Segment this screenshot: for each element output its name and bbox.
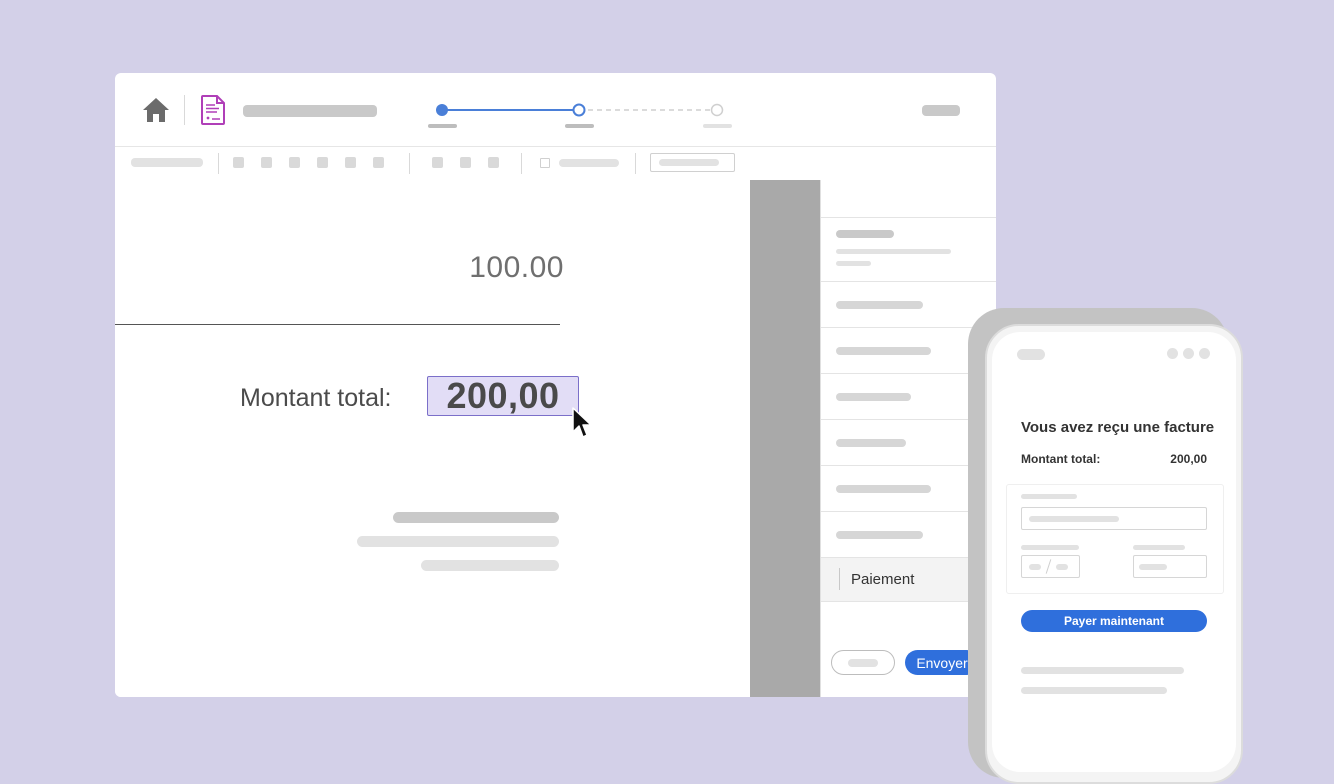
expiry-month-placeholder [1029, 564, 1041, 570]
field-row-label [836, 347, 931, 355]
card-number-placeholder [1029, 516, 1119, 522]
toolbar-menu-placeholder[interactable] [131, 158, 203, 167]
panel-field-row[interactable] [821, 218, 996, 282]
toolbar-tool[interactable] [460, 157, 471, 168]
page-gutter [750, 180, 820, 697]
amount-divider [115, 324, 560, 325]
form-label [1021, 494, 1077, 499]
field-row-title [836, 230, 894, 238]
toolbar-separator [521, 153, 522, 174]
phone-screen: Vous avez reçu une facture Montant total… [992, 332, 1236, 772]
home-icon[interactable] [142, 97, 170, 123]
phone-status-dot [1167, 348, 1178, 359]
amount-line: 100.00 [469, 251, 564, 284]
total-value-field[interactable]: 200,00 [427, 375, 579, 416]
toolbar-tool[interactable] [317, 157, 328, 168]
toolbar-tool[interactable] [233, 157, 244, 168]
step-1-label [428, 124, 457, 128]
panel-header [821, 180, 996, 218]
phone-status-dot [1199, 348, 1210, 359]
toolbar-checkbox[interactable] [540, 158, 550, 168]
toolbar-dropdown-placeholder [659, 159, 719, 166]
toolbar-tool[interactable] [345, 157, 356, 168]
step-2-marker [572, 103, 586, 117]
document-canvas [115, 180, 750, 697]
desktop-window: 100.00 Montant total: 200,00 Paiement En… [115, 73, 996, 697]
phone-footer-text [1021, 687, 1167, 694]
phone-total-value: 200,00 [1170, 452, 1207, 466]
top-bar [115, 73, 996, 147]
secondary-button-label [848, 659, 878, 667]
step-1-marker [436, 104, 448, 116]
step-3-marker [710, 103, 724, 117]
toolbar [115, 147, 996, 181]
progress-stepper [428, 103, 732, 128]
field-row-label [836, 531, 923, 539]
document-signature-icon [201, 95, 225, 125]
document-text-placeholder [421, 560, 559, 571]
mouse-pointer-icon [572, 407, 592, 438]
field-row-text [836, 249, 951, 254]
step-2-label [565, 124, 594, 128]
total-label: Montant total: [240, 384, 392, 412]
toolbar-tool[interactable] [488, 157, 499, 168]
toolbar-tool[interactable] [432, 157, 443, 168]
phone-status-dot [1183, 348, 1194, 359]
expiry-year-placeholder [1056, 564, 1068, 570]
phone-total-label: Montant total: [1021, 452, 1101, 466]
toolbar-tool[interactable] [289, 157, 300, 168]
phone-status-pill [1017, 349, 1045, 360]
field-row-label [836, 485, 931, 493]
panel-field-row[interactable] [821, 282, 996, 328]
field-row-label [836, 439, 906, 447]
field-row-label [836, 393, 911, 401]
payment-field-label: Paiement [851, 571, 915, 588]
toolbar-separator [218, 153, 219, 174]
document-text-placeholder [357, 536, 559, 547]
invoice-title: Vous avez reçu une facture [1021, 419, 1215, 436]
toolbar-checkbox-label [559, 159, 619, 167]
form-label [1021, 545, 1079, 550]
toolbar-tool[interactable] [373, 157, 384, 168]
phone-footer-text [1021, 667, 1184, 674]
document-title-placeholder [243, 105, 377, 117]
toolbar-tool[interactable] [261, 157, 272, 168]
toolbar-separator [409, 153, 410, 174]
toolbar-separator [635, 153, 636, 174]
form-label [1133, 545, 1185, 550]
step-3-label [703, 124, 732, 128]
security-code-placeholder [1139, 564, 1167, 570]
payment-row-marker [839, 568, 840, 590]
secondary-button[interactable] [831, 650, 895, 675]
document-text-placeholder [393, 512, 559, 523]
field-row-text [836, 261, 871, 266]
pay-now-button[interactable]: Payer maintenant [1021, 610, 1207, 632]
topbar-action-placeholder[interactable] [922, 105, 960, 116]
field-row-label [836, 301, 923, 309]
topbar-separator [184, 95, 185, 125]
